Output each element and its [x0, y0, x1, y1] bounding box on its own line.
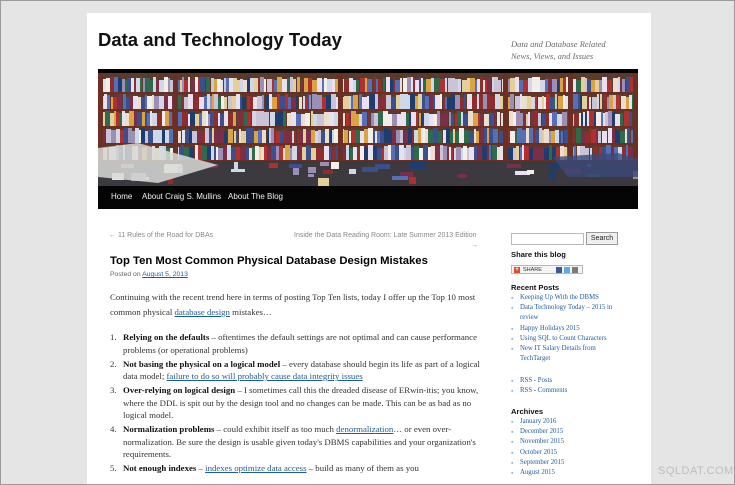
watermark: SQLDAT.COM	[658, 465, 734, 477]
archive-link[interactable]: August 2015	[511, 468, 626, 478]
next-post-arrow[interactable]: →	[471, 242, 478, 249]
blog-page: Data and Technology Today Data and Datab…	[87, 13, 651, 484]
item-heading: Normalization problems	[123, 424, 215, 434]
list-item: 1. Relying on the defaults – oftentimes …	[110, 331, 485, 356]
item-number: 1.	[110, 332, 117, 342]
rss-posts-link[interactable]: RSS - Posts	[511, 376, 626, 386]
mistakes-list: 1. Relying on the defaults – oftentimes …	[110, 331, 485, 476]
denormalization-link[interactable]: denormalization	[336, 424, 393, 434]
database-design-link[interactable]: database design	[175, 307, 230, 317]
rss-links-list: RSS - Posts RSS - Comments	[511, 376, 626, 397]
recent-post-link[interactable]: Keeping Up With the DBMS	[511, 293, 626, 303]
archive-link[interactable]: September 2015	[511, 458, 626, 468]
item-heading: Relying on the defaults	[123, 332, 210, 342]
archive-link[interactable]: October 2015	[511, 448, 626, 458]
search-button[interactable]: Search	[586, 232, 618, 245]
recent-post-link[interactable]: New IT Salary Details from TechTarget	[511, 344, 626, 364]
archive-link[interactable]: November 2015	[511, 437, 626, 447]
intro-text-before: Continuing with the recent trend here in…	[110, 292, 476, 317]
indexes-link[interactable]: indexes optimize data access	[205, 463, 306, 473]
posted-on-label: Posted on	[110, 271, 141, 278]
item-text: –	[196, 463, 206, 473]
next-post-link[interactable]: Inside the Data Reading Room: Late Summe…	[294, 232, 477, 239]
list-item: 3. Over-relying on logical design – I so…	[110, 384, 485, 422]
item-number: 5.	[110, 463, 117, 473]
list-item: 2. Not basing the physical on a logical …	[110, 358, 485, 383]
site-description: Data and Database Related News, Views, a…	[511, 39, 606, 61]
list-item: 5. Not enough indexes – indexes optimize…	[110, 462, 485, 475]
item-number: 4.	[110, 424, 117, 434]
facebook-icon	[556, 267, 562, 273]
item-heading: Not basing the physical on a logical mod…	[123, 358, 281, 369]
rss-comments-link[interactable]: RSS - Comments	[511, 386, 626, 396]
main-navigation: Home About Craig S. Mullins About The Bl…	[98, 186, 638, 209]
share-label: SHARE	[523, 267, 542, 273]
browser-viewport: Data and Technology Today Data and Datab…	[0, 0, 735, 485]
twitter-icon	[564, 267, 570, 273]
recent-posts-title: Recent Posts	[511, 283, 560, 292]
more-icon	[572, 267, 578, 273]
recent-post-link[interactable]: Using SQL to Count Characters	[511, 334, 626, 344]
item-text: – could exhibit itself as too much	[214, 424, 337, 434]
nav-home[interactable]: Home	[111, 192, 132, 201]
archive-link[interactable]: January 2016	[511, 417, 626, 427]
header-banner-image	[98, 69, 638, 186]
add-icon: +	[514, 267, 520, 273]
intro-text-after: mistakes…	[229, 307, 272, 317]
nav-about-craig[interactable]: About Craig S. Mullins	[142, 192, 221, 201]
list-item: 4. Normalization problems – could exhibi…	[110, 423, 485, 461]
data-integrity-link[interactable]: failure to do so will probably cause dat…	[166, 371, 362, 381]
item-number: 2.	[110, 358, 117, 369]
share-button[interactable]: + SHARE	[511, 265, 583, 274]
post-title[interactable]: Top Ten Most Common Physical Database De…	[110, 255, 428, 267]
search-input[interactable]	[511, 233, 584, 245]
item-heading: Over-relying on logical design	[123, 385, 236, 395]
previous-post-link[interactable]: ← 11 Rules of the Road for DBAs	[109, 232, 213, 239]
item-text-after: – build as many of them as you	[306, 463, 419, 473]
item-number: 3.	[110, 385, 117, 395]
post-intro: Continuing with the recent trend here in…	[110, 290, 485, 320]
archive-link[interactable]: December 2015	[511, 427, 626, 437]
share-widget-title: Share this blog	[511, 250, 566, 259]
archives-list: January 2016 December 2015 November 2015…	[511, 417, 626, 478]
archives-title: Archives	[511, 407, 544, 416]
site-title[interactable]: Data and Technology Today	[98, 29, 342, 51]
recent-post-link[interactable]: Data Technology Today – 2015 in review	[511, 303, 626, 323]
item-heading: Not enough indexes	[123, 463, 197, 473]
post-date-link[interactable]: August 5, 2013	[142, 271, 188, 278]
nav-about-blog[interactable]: About The Blog	[228, 192, 283, 201]
recent-posts-list: Keeping Up With the DBMS Data Technology…	[511, 293, 626, 364]
recent-post-link[interactable]: Happy Holidays 2015	[511, 324, 626, 334]
post-meta: Posted on August 5, 2013	[110, 271, 188, 278]
